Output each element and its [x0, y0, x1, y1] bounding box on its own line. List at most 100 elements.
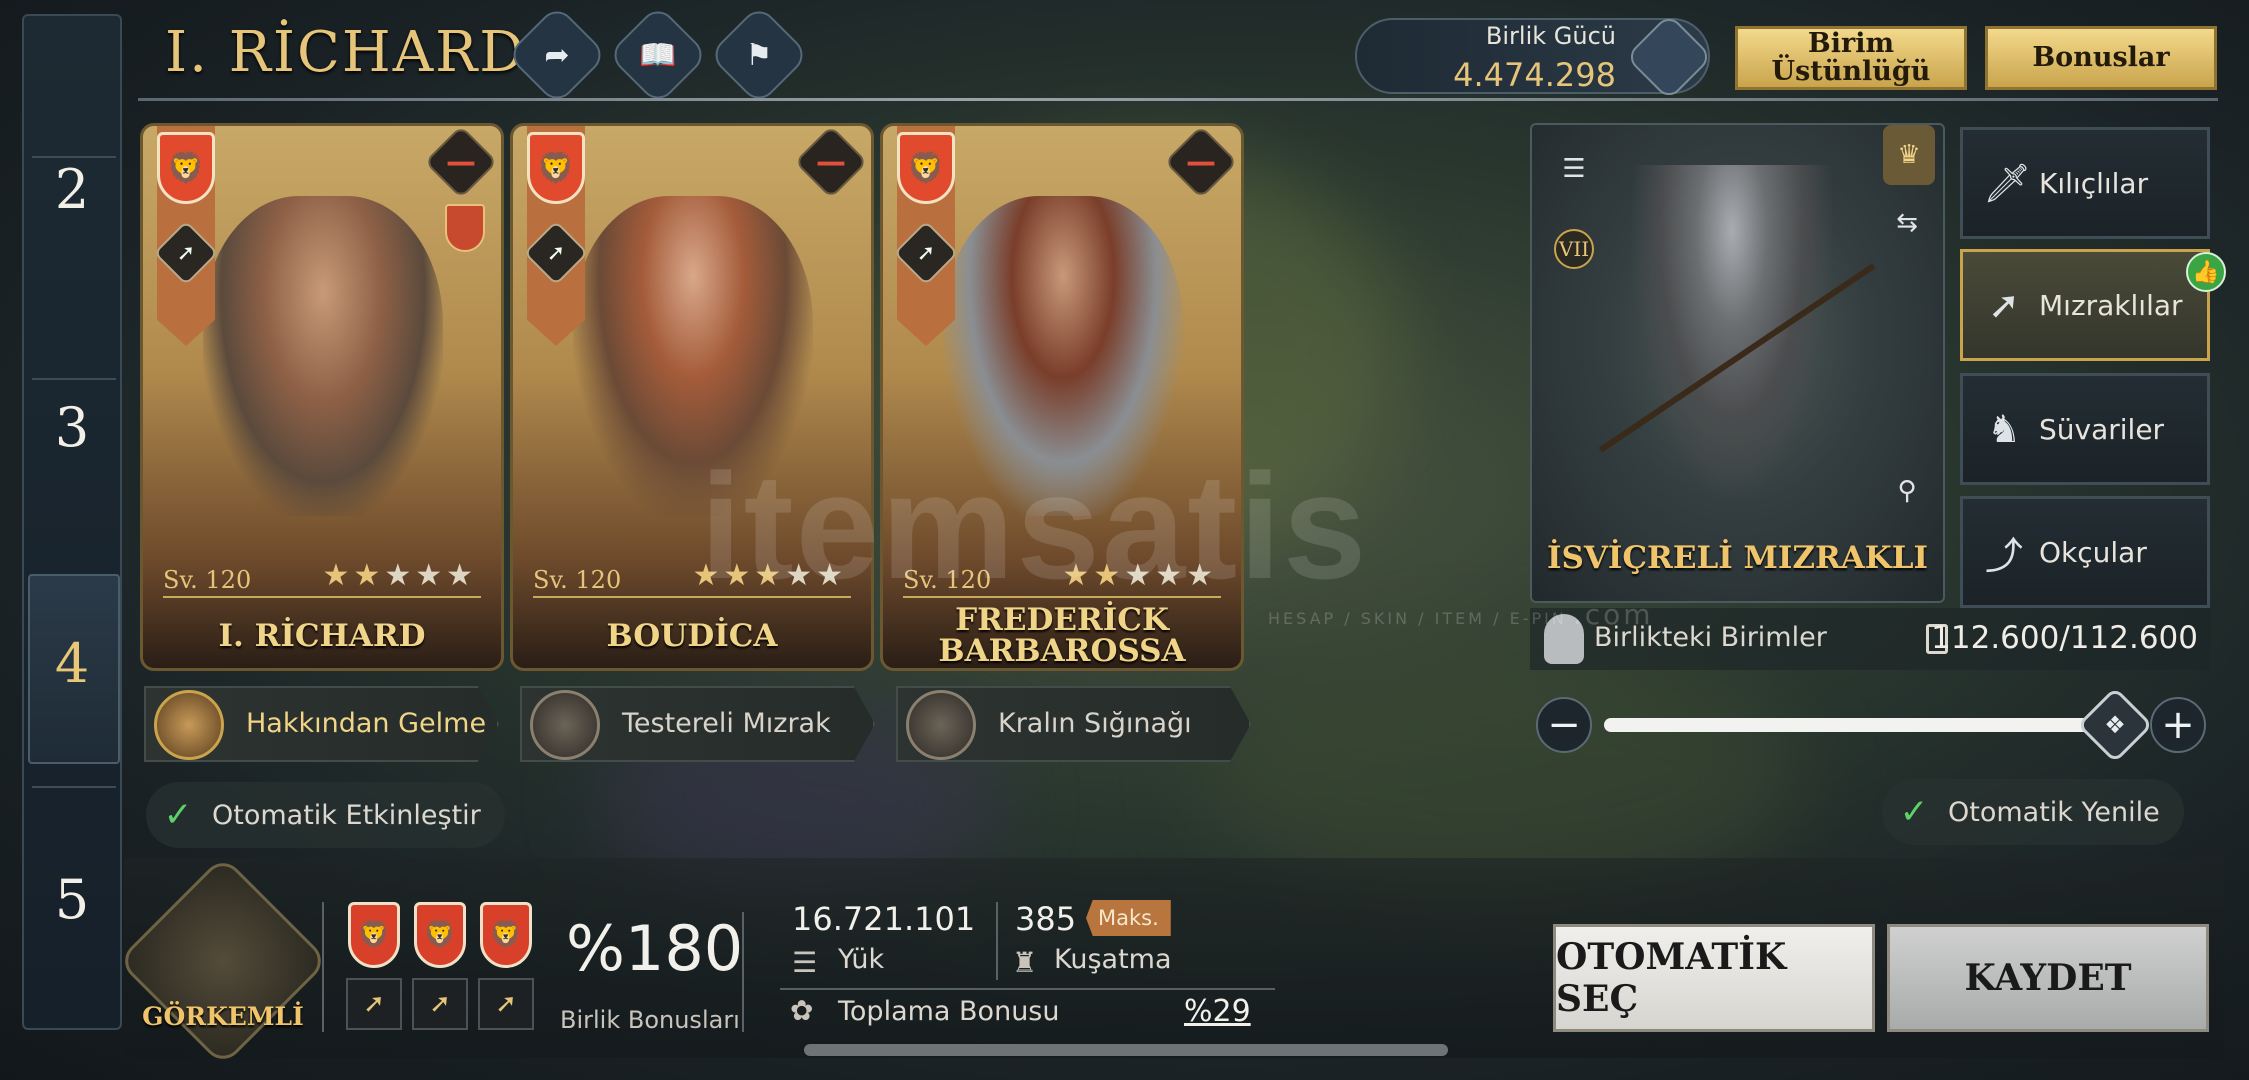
unit-count-slider[interactable]	[1604, 718, 2094, 732]
lion-shield-icon: 🦁	[480, 902, 532, 968]
sword-icon: 🗡	[1983, 160, 2032, 205]
rail-divider	[32, 378, 116, 380]
auto-select-button[interactable]: OTOMATİK SEÇ	[1553, 924, 1875, 1032]
hero-card-1[interactable]: 🦁 ➚ — Sv. 120 ★★★★★ I. RİCHARD	[140, 123, 504, 671]
formation-label: GÖRKEMLİ	[142, 1002, 304, 1031]
unit-type-swordsmen[interactable]: 🗡 Kılıçlılar	[1960, 127, 2210, 239]
units-value: 112.600/112.600	[1931, 620, 2198, 656]
divider	[163, 596, 481, 598]
unit-type-label: Okçular	[2039, 535, 2147, 569]
skill-icon	[530, 690, 600, 760]
remove-hero-button[interactable]: —	[794, 126, 868, 199]
squad-tab-5[interactable]: 5	[24, 868, 120, 931]
siege-label: Kuşatma	[1054, 944, 1172, 975]
divider	[322, 902, 324, 1032]
hero-level: Sv. 120	[533, 566, 622, 594]
hero-stars: ★★★★★	[322, 558, 477, 593]
skill-slot-1[interactable]: Hakkından Gelme	[144, 686, 499, 762]
gather-value[interactable]: %29	[1184, 994, 1251, 1029]
hero-name: BOUDİCA	[606, 617, 778, 654]
decrease-button[interactable]: −	[1536, 697, 1592, 753]
unit-type-cavalry[interactable]: ♞ Süvariler	[1960, 373, 2210, 485]
magnifier-icon[interactable]: ⚲	[1885, 469, 1929, 513]
skill-slot-3[interactable]: Kralın Sığınağı	[896, 686, 1251, 762]
increase-button[interactable]: +	[2150, 697, 2206, 753]
skill-label: Hakkından Gelme	[246, 708, 487, 739]
divider	[742, 912, 744, 1032]
remove-hero-button[interactable]: —	[424, 126, 498, 199]
auto-refresh-toggle[interactable]: ✓ Otomatik Yenile	[1882, 779, 2184, 845]
hero-name: FREDERİCK BARBAROSSA	[938, 602, 1186, 669]
tower-icon: ♜	[1012, 946, 1038, 979]
skill-label: Testereli Mızrak	[622, 708, 831, 739]
load-icon: ☰	[792, 946, 818, 979]
troop-power: Birlik Gücü 4.474.298	[1355, 13, 1713, 101]
checkmark-icon: ✓	[1899, 792, 1929, 832]
skill-icon	[154, 690, 224, 760]
horse-icon: ♞	[1986, 407, 2022, 451]
unit-superiority-button[interactable]: Birim Üstünlüğü	[1735, 26, 1967, 90]
book-button[interactable]: 📖	[607, 4, 709, 106]
watermark-tagline: HESAP / SKIN / ITEM / E-PIN .com	[1268, 598, 1654, 631]
hero-level: Sv. 120	[163, 566, 252, 594]
unit-name: İSVİÇRELİ MIZRAKLI	[1546, 540, 1929, 576]
unit-type-spearmen[interactable]: ➚ Mızraklılar	[1960, 249, 2210, 361]
unit-tier-badge: VII	[1554, 229, 1594, 269]
gather-icon: ✿	[790, 994, 814, 1027]
spear-class-icon: ➚	[346, 978, 402, 1030]
troop-bonus-percent: %180	[566, 912, 744, 985]
squad-rail: 2 3 4 5	[22, 14, 122, 1030]
flag-button[interactable]: ⚑	[708, 4, 810, 106]
auto-activate-toggle[interactable]: ✓ Otomatik Etkinleştir	[146, 782, 505, 848]
load-label: Yük	[838, 944, 885, 975]
spear-icon: ➚	[1988, 283, 2020, 327]
lion-shield-icon: 🦁	[414, 902, 466, 968]
unit-type-label: Mızraklılar	[2039, 288, 2183, 322]
spear-class-icon: ➚	[478, 978, 534, 1030]
hero-name: I. RİCHARD	[218, 617, 426, 654]
unit-preview: ☰ VII ♛ ⇆ ⚲ İSVİÇRELİ MIZRAKLI	[1530, 123, 1945, 603]
bonuses-button[interactable]: Bonuslar	[1985, 26, 2217, 90]
save-button[interactable]: KAYDET	[1887, 924, 2209, 1032]
auto-refresh-label: Otomatik Yenile	[1948, 796, 2160, 828]
lion-shield-icon: 🦁	[897, 132, 955, 204]
crest-icon	[445, 204, 485, 252]
divider	[996, 902, 998, 980]
squad-tab-3[interactable]: 3	[24, 396, 120, 459]
checkmark-icon: ✓	[163, 795, 193, 835]
spear-class-icon: ➚	[412, 978, 468, 1030]
squad-tab-4[interactable]: 4	[24, 632, 120, 695]
lion-shield-icon: 🦁	[348, 902, 400, 968]
lion-shield-icon: 🦁	[157, 132, 215, 204]
squad-tab-2[interactable]: 2	[24, 158, 120, 221]
scrollbar[interactable]	[804, 1044, 1448, 1056]
siege-value: 385	[1015, 900, 1077, 938]
bow-icon: ⤴	[1984, 533, 2023, 578]
gather-label: Toplama Bonusu	[838, 996, 1060, 1027]
troop-bonus-label[interactable]: Birlik Bonusları	[560, 1006, 740, 1034]
watermark-com: .com	[1572, 598, 1654, 631]
remove-hero-button[interactable]: —	[1164, 126, 1238, 199]
unit-type-label: Süvariler	[2039, 412, 2165, 446]
header-divider	[138, 98, 2218, 101]
skill-icon	[906, 690, 976, 760]
rail-divider	[32, 786, 116, 788]
unit-type-archers[interactable]: ⤴ Okçular	[1960, 496, 2210, 608]
skill-slot-2[interactable]: Testereli Mızrak	[520, 686, 875, 762]
unit-type-label: Kılıçlılar	[2039, 166, 2149, 200]
watermark-logo: itemsatis	[700, 442, 1369, 610]
slider-handle[interactable]: ❖	[2076, 686, 2154, 764]
flag-icon: ⚑	[745, 37, 773, 73]
share-icon: ➦	[544, 37, 570, 73]
helmet-crest-icon	[1625, 13, 1713, 101]
book-icon: 📖	[639, 37, 677, 73]
auto-activate-label: Otomatik Etkinleştir	[212, 799, 481, 831]
list-icon[interactable]: ☰	[1552, 147, 1596, 191]
watermark-sub: HESAP / SKIN / ITEM / E-PIN	[1268, 609, 1567, 628]
max-badge: Maks.	[1086, 900, 1171, 936]
unit-portrait	[1632, 165, 1832, 495]
load-value: 16.721.101	[792, 900, 976, 938]
swap-icon[interactable]: ⇆	[1885, 201, 1929, 245]
lion-shield-icon: 🦁	[527, 132, 585, 204]
thumbs-up-icon: 👍	[2186, 252, 2226, 292]
